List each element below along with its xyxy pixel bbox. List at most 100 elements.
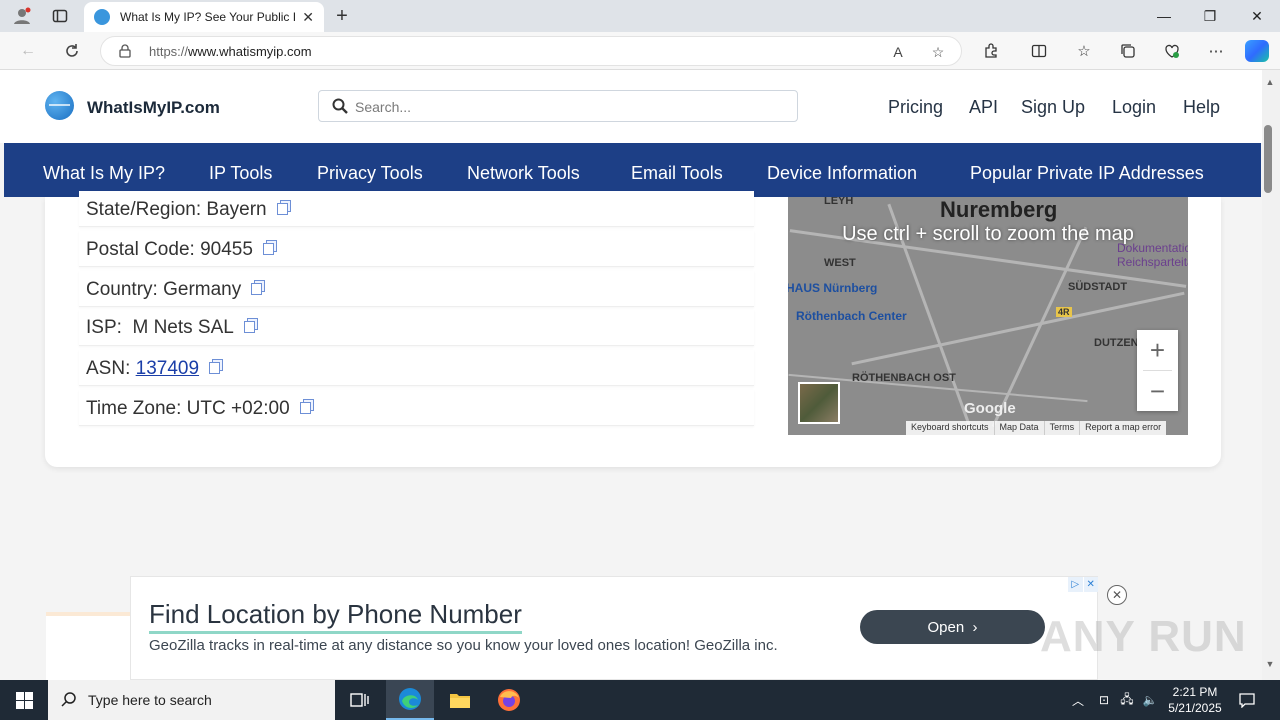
ad-open-button[interactable]: Open › xyxy=(860,610,1045,644)
map-label: Reichsparteitag xyxy=(1117,255,1188,269)
favorite-star-icon[interactable]: ☆ xyxy=(929,43,947,61)
map-road xyxy=(851,291,1185,366)
split-screen-icon[interactable] xyxy=(1029,41,1049,61)
country-label: Country: xyxy=(86,279,158,300)
taskbar-clock[interactable]: 2:21 PM 5/21/2025 xyxy=(1160,684,1230,716)
ad-title[interactable]: Find Location by Phone Number xyxy=(149,599,522,634)
ad-close-icon[interactable]: ✕ xyxy=(1107,585,1127,605)
site-search-input[interactable]: Search... xyxy=(318,90,798,122)
scroll-up-icon[interactable]: ▲ xyxy=(1264,76,1276,88)
copy-icon[interactable] xyxy=(299,399,314,414)
volume-icon[interactable]: 🔈 xyxy=(1140,680,1160,720)
satellite-view-toggle[interactable] xyxy=(798,382,840,424)
isp-row: ISP: M Nets SAL xyxy=(79,310,754,346)
copy-icon[interactable] xyxy=(251,280,266,295)
asn-link[interactable]: 137409 xyxy=(136,358,199,379)
scrollbar-thumb[interactable] xyxy=(1264,125,1272,193)
copilot-icon[interactable] xyxy=(1245,40,1269,62)
map-zoom-hint: Use ctrl + scroll to zoom the map xyxy=(842,223,1134,245)
timezone-label: Time Zone: xyxy=(86,398,182,419)
location-map[interactable]: LEYH Nuremberg WEST SÜDSTADT DUTZEND HAU… xyxy=(788,197,1188,435)
timezone-row: Time Zone: UTC +02:00 xyxy=(79,390,754,426)
collections-icon[interactable] xyxy=(1118,41,1138,61)
map-label: HAUS Nürnberg xyxy=(788,281,878,295)
pricing-link[interactable]: Pricing xyxy=(888,97,943,118)
nav-ip-tools[interactable]: IP Tools xyxy=(209,163,272,184)
favorites-icon[interactable]: ☆ xyxy=(1074,41,1094,61)
url-text[interactable]: https://www.whatismyip.com xyxy=(149,44,312,59)
back-icon[interactable]: ← xyxy=(16,39,40,63)
refresh-icon[interactable] xyxy=(60,39,84,63)
show-hidden-icons[interactable]: ︿ xyxy=(1068,680,1088,720)
nav-email-tools[interactable]: Email Tools xyxy=(631,163,723,184)
map-zoom-control: + − xyxy=(1137,330,1178,411)
map-label: LEYH xyxy=(824,197,854,207)
nav-what-is-my-ip[interactable]: What Is My IP? xyxy=(43,163,165,184)
ad-body[interactable]: GeoZilla tracks in real-time at any dist… xyxy=(149,637,778,654)
ad-choices[interactable]: ▷ ✕ xyxy=(1067,577,1098,592)
chevron-right-icon: › xyxy=(972,618,978,636)
new-tab-icon[interactable]: + xyxy=(330,4,354,28)
api-link[interactable]: API xyxy=(969,97,998,118)
firefox-icon[interactable] xyxy=(485,680,533,720)
advertisement-banner[interactable]: Find Location by Phone Number GeoZilla t… xyxy=(130,576,1098,680)
report-map-error-link[interactable]: Report a map error xyxy=(1080,421,1166,435)
timezone-text: Time Zone: UTC +02:00 xyxy=(86,398,314,420)
search-icon xyxy=(61,692,76,707)
nav-privacy-tools[interactable]: Privacy Tools xyxy=(317,163,423,184)
scroll-down-icon[interactable]: ▼ xyxy=(1264,658,1276,670)
close-window-icon[interactable]: ✕ xyxy=(1234,0,1280,32)
notifications-icon[interactable] xyxy=(1236,680,1258,720)
nav-popular-private-ip[interactable]: Popular Private IP Addresses xyxy=(970,163,1204,184)
terms-link[interactable]: Terms xyxy=(1045,421,1081,435)
lock-icon[interactable] xyxy=(119,44,131,58)
taskbar-search-box[interactable]: Type here to search xyxy=(48,680,335,720)
map-label: SÜDSTADT xyxy=(1068,281,1128,293)
copy-icon[interactable] xyxy=(243,318,258,333)
country-row: Country: Germany xyxy=(79,271,754,307)
close-tab-icon[interactable]: ✕ xyxy=(302,9,314,26)
map-label: WEST xyxy=(824,257,856,269)
windows-start-icon[interactable] xyxy=(0,680,48,720)
minimize-icon[interactable]: — xyxy=(1141,0,1187,32)
copy-icon[interactable] xyxy=(262,240,277,255)
copy-icon[interactable] xyxy=(209,359,224,374)
file-explorer-icon[interactable] xyxy=(436,680,484,720)
address-bar[interactable]: https://www.whatismyip.com A ☆ xyxy=(100,36,962,66)
read-aloud-icon[interactable]: A xyxy=(889,43,907,61)
map-data-link[interactable]: Map Data xyxy=(995,421,1045,435)
extensions-icon[interactable] xyxy=(981,41,1001,61)
nav-network-tools[interactable]: Network Tools xyxy=(467,163,580,184)
ad-choices-icon[interactable]: ▷ xyxy=(1068,577,1083,592)
page-scrollbar[interactable]: ▲ ▼ xyxy=(1262,70,1280,680)
search-icon xyxy=(332,98,348,114)
globe-logo-icon[interactable] xyxy=(45,91,74,120)
tab-actions-icon[interactable] xyxy=(48,4,72,28)
edge-taskbar-icon[interactable] xyxy=(386,680,434,720)
ad-close-x-icon[interactable]: ✕ xyxy=(1083,577,1098,592)
url-scheme: https:// xyxy=(149,44,189,59)
browser-toolbar: ← https://www.whatismyip.com A ☆ ☆ ⋯ xyxy=(0,32,1280,70)
login-link[interactable]: Login xyxy=(1112,97,1156,118)
site-logo-text[interactable]: WhatIsMyIP.com xyxy=(87,98,220,118)
country-text: Country: Germany xyxy=(86,279,266,301)
sign-up-link[interactable]: Sign Up xyxy=(1021,97,1085,118)
profile-icon[interactable] xyxy=(10,4,34,28)
active-tab[interactable]: What Is My IP? See Your Public IP ✕ xyxy=(84,2,324,32)
main-navigation: What Is My IP? IP Tools Privacy Tools Ne… xyxy=(4,143,1261,197)
task-view-icon[interactable] xyxy=(336,680,384,720)
more-menu-icon[interactable]: ⋯ xyxy=(1206,41,1226,61)
copy-icon[interactable] xyxy=(276,200,291,215)
nav-device-information[interactable]: Device Information xyxy=(767,163,917,184)
state-row: State/Region: Bayern xyxy=(79,191,754,227)
zoom-out-button[interactable]: − xyxy=(1137,371,1178,411)
browser-essentials-icon[interactable] xyxy=(1162,41,1182,61)
help-link[interactable]: Help xyxy=(1183,97,1220,118)
zoom-in-button[interactable]: + xyxy=(1137,330,1178,370)
clock-date: 5/21/2025 xyxy=(1168,701,1222,715)
network-icon[interactable]: 🖧 xyxy=(1117,680,1137,720)
keyboard-shortcuts-link[interactable]: Keyboard shortcuts xyxy=(906,421,995,435)
device-tray-icon[interactable]: ⊡ xyxy=(1094,680,1114,720)
restore-icon[interactable]: ❐ xyxy=(1187,0,1233,32)
country-value: Germany xyxy=(163,279,242,300)
